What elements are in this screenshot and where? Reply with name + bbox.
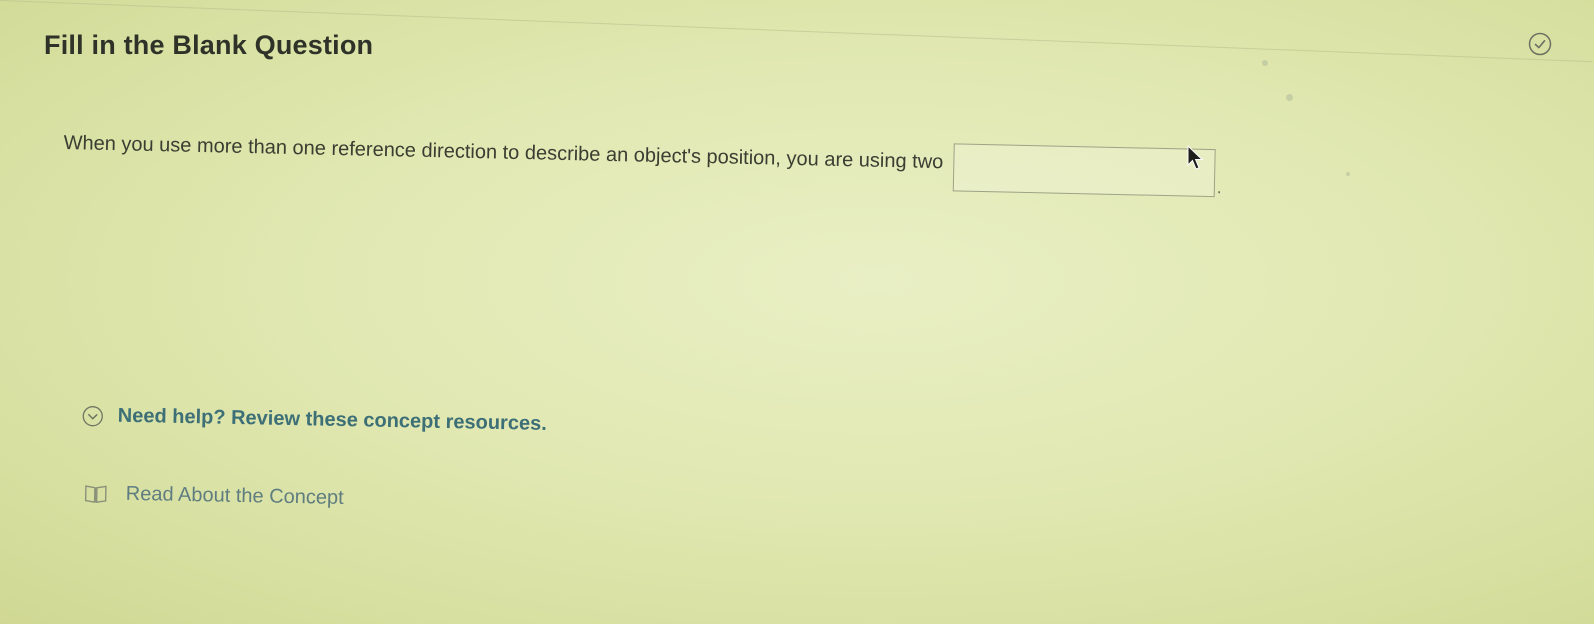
question-prompt-row: When you use more than one reference dir… [63,124,1223,198]
screen-speck [1286,94,1293,101]
trailing-period: . [1216,177,1223,198]
book-icon [84,484,107,503]
screen-speck [1262,60,1268,66]
resource-link-read-concept[interactable]: Read About the Concept [84,482,344,510]
answer-blank-input[interactable] [952,143,1216,198]
question-prompt: When you use more than one reference dir… [63,131,944,174]
check-circle-icon [1528,32,1552,56]
help-toggle[interactable]: Need help? Review these concept resource… [82,404,547,436]
chevron-down-circle-icon [82,405,103,426]
question-title: Fill in the Blank Question [44,30,374,60]
help-toggle-label: Need help? Review these concept resource… [117,404,547,435]
resource-link-label: Read About the Concept [125,482,344,509]
mouse-pointer-icon [1187,145,1204,170]
screen-speck [1346,172,1350,176]
